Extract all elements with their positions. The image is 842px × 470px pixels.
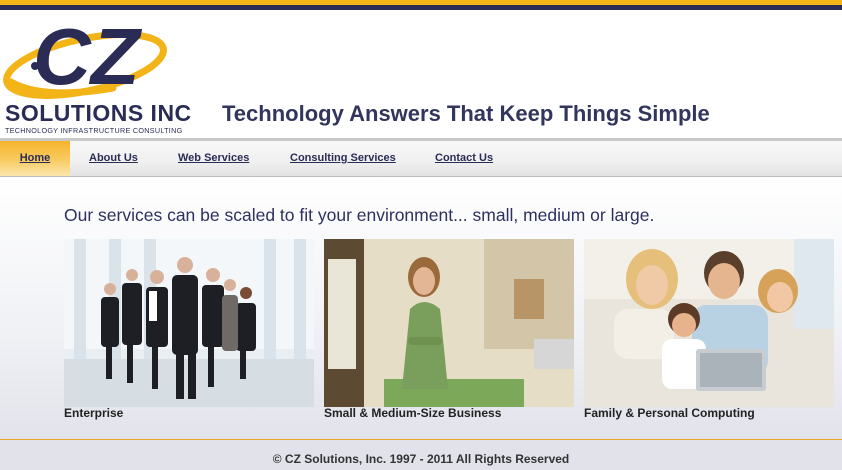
copyright-text: © CZ Solutions, Inc. 1997 - 2011 All Rig…	[272, 452, 570, 466]
nav-contact-us-link[interactable]: Contact Us	[435, 141, 493, 176]
site-header: CZ SOLUTIONS INC TECHNOLOGY INFRASTRUCTU…	[0, 10, 842, 138]
nav-consulting-services-link[interactable]: Consulting Services	[290, 141, 396, 176]
cz-logo-icon: CZ	[3, 12, 167, 101]
top-accent-bar	[0, 0, 842, 10]
nav-about-us-link[interactable]: About Us	[89, 141, 138, 176]
company-logo[interactable]: CZ SOLUTIONS INC TECHNOLOGY INFRASTRUCTU…	[3, 10, 191, 138]
family-computing-label[interactable]: Family & Personal Computing	[584, 406, 755, 420]
shop-owner-photo-icon	[324, 239, 574, 407]
main-content: Our services can be scaled to fit your e…	[0, 177, 842, 439]
logo-company-name: SOLUTIONS INC	[5, 100, 192, 126]
small-business-card-image[interactable]	[324, 239, 574, 407]
site-footer: © CZ Solutions, Inc. 1997 - 2011 All Rig…	[0, 440, 842, 470]
nav-home-link[interactable]: Home	[0, 141, 70, 176]
main-navigation: Home About Us Web Services Consulting Se…	[0, 141, 842, 177]
business-team-photo-icon	[64, 239, 314, 407]
site-headline: Technology Answers That Keep Things Simp…	[222, 101, 710, 126]
family-computing-card-image[interactable]	[584, 239, 834, 407]
enterprise-card-image[interactable]	[64, 239, 314, 407]
family-laptop-photo-icon	[584, 239, 834, 407]
nav-web-services-link[interactable]: Web Services	[178, 141, 249, 176]
enterprise-label[interactable]: Enterprise	[64, 406, 123, 420]
small-business-label[interactable]: Small & Medium-Size Business	[324, 406, 501, 420]
logo-tagline: TECHNOLOGY INFRASTRUCTURE CONSULTING	[5, 126, 183, 135]
intro-text: Our services can be scaled to fit your e…	[64, 205, 655, 225]
logo-letters: CZ	[33, 12, 143, 101]
